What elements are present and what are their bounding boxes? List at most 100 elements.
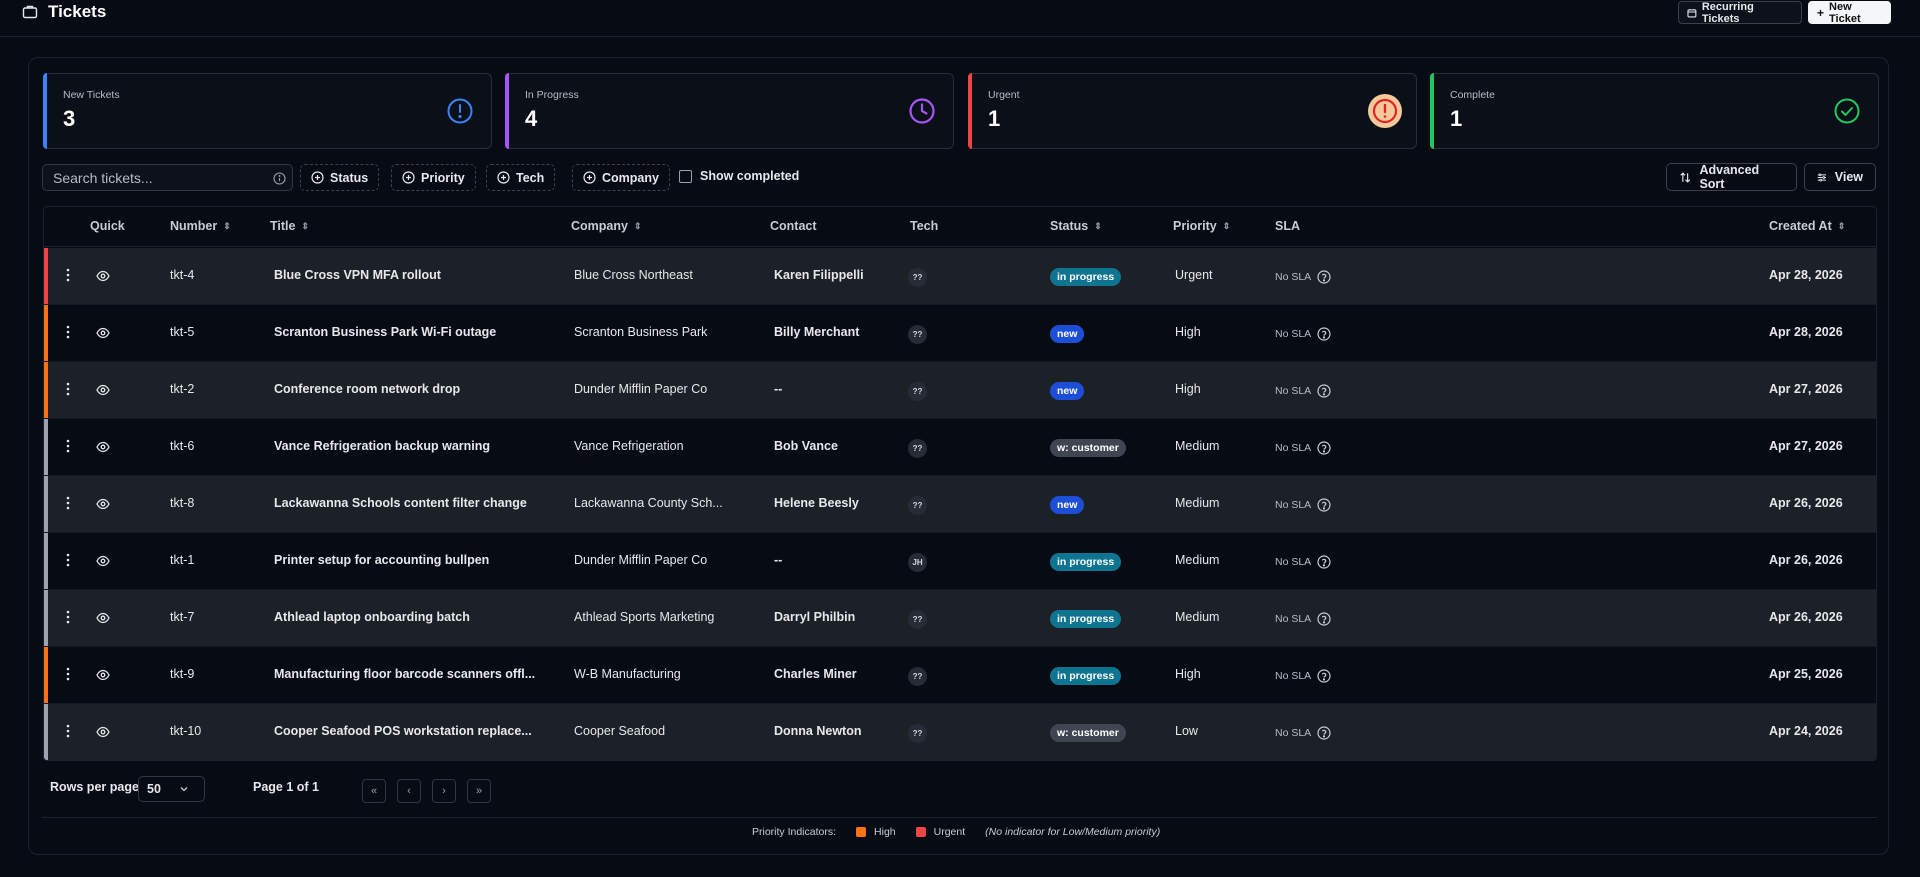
new-ticket-button[interactable]: + New Ticket	[1808, 1, 1891, 25]
ticket-title[interactable]: Blue Cross VPN MFA rollout	[274, 268, 441, 282]
help-circle-icon[interactable]	[1317, 384, 1331, 398]
help-circle-icon[interactable]	[1317, 669, 1331, 683]
more-vertical-icon[interactable]	[66, 439, 70, 453]
help-circle-icon[interactable]	[1317, 612, 1331, 626]
eye-icon[interactable]	[96, 726, 110, 738]
column-label: Status	[1050, 219, 1089, 233]
recurring-tickets-button[interactable]: Recurring Tickets	[1678, 1, 1802, 25]
ticket-company: Lackawanna County Sch...	[574, 496, 723, 510]
previous-page-button[interactable]: ‹	[397, 779, 421, 803]
ticket-title[interactable]: Athlead laptop onboarding batch	[274, 610, 470, 624]
more-vertical-icon[interactable]	[66, 325, 70, 339]
ticket-number[interactable]: tkt-9	[170, 667, 194, 681]
priority-filter-button[interactable]: Priority	[391, 164, 476, 191]
help-circle-icon[interactable]	[1317, 270, 1331, 284]
last-page-button[interactable]: »	[467, 779, 491, 803]
show-completed-checkbox[interactable]	[679, 169, 692, 183]
help-circle-icon[interactable]	[1317, 555, 1331, 569]
table-row[interactable]: tkt-2 Conference room network drop Dunder …	[44, 362, 1876, 419]
more-vertical-icon[interactable]	[66, 610, 70, 624]
briefcase-icon	[22, 5, 38, 19]
help-circle-icon[interactable]	[1317, 498, 1331, 512]
plus-icon: +	[1817, 5, 1825, 20]
advanced-sort-label: Advanced Sort	[1699, 163, 1760, 191]
plus-circle-icon	[583, 171, 596, 184]
ticket-title[interactable]: Vance Refrigeration backup warning	[274, 439, 490, 453]
ticket-number[interactable]: tkt-8	[170, 496, 194, 510]
ticket-priority: Medium	[1175, 496, 1220, 510]
eye-icon[interactable]	[96, 498, 110, 510]
ticket-number[interactable]: tkt-4	[170, 268, 194, 282]
search-input[interactable]	[53, 169, 253, 186]
help-circle-icon[interactable]	[1317, 327, 1331, 341]
more-vertical-icon[interactable]	[66, 268, 70, 282]
eye-icon[interactable]	[96, 441, 110, 453]
column-header-created[interactable]: Created At ⇕	[1769, 219, 1845, 233]
ticket-number[interactable]: tkt-7	[170, 610, 194, 624]
column-header-tech: Tech	[910, 219, 938, 233]
first-page-button[interactable]: «	[362, 779, 386, 803]
table-row[interactable]: tkt-8 Lackawanna Schools content filter c…	[44, 476, 1876, 533]
table-row[interactable]: tkt-5 Scranton Business Park Wi-Fi outage…	[44, 305, 1876, 362]
column-header-priority[interactable]: Priority ⇕	[1173, 219, 1230, 233]
status-filter-button[interactable]: Status	[300, 164, 380, 191]
sort-icon: ⇕	[1094, 220, 1102, 231]
sla-label: No SLA	[1275, 271, 1312, 283]
ticket-contact: Billy Merchant	[774, 325, 860, 339]
eye-icon[interactable]	[96, 612, 110, 624]
more-vertical-icon[interactable]	[66, 667, 70, 681]
ticket-title[interactable]: Printer setup for accounting bullpen	[274, 553, 489, 567]
help-circle-icon[interactable]	[1317, 441, 1331, 455]
eye-icon[interactable]	[96, 555, 110, 567]
tech-filter-button[interactable]: Tech	[486, 164, 556, 191]
info-icon[interactable]	[273, 172, 286, 185]
eye-icon[interactable]	[96, 270, 110, 282]
eye-icon[interactable]	[96, 384, 110, 396]
rows-per-page-select[interactable]: 50	[138, 776, 205, 802]
show-completed-toggle[interactable]: Show completed	[679, 169, 799, 183]
priority-indicator-bar	[44, 419, 48, 475]
company-filter-button[interactable]: Company	[572, 164, 670, 191]
more-vertical-icon[interactable]	[66, 382, 70, 396]
eye-icon[interactable]	[96, 669, 110, 681]
ticket-number[interactable]: tkt-2	[170, 382, 194, 396]
sla-label: No SLA	[1275, 613, 1312, 625]
eye-icon[interactable]	[96, 327, 110, 339]
more-vertical-icon[interactable]	[66, 496, 70, 510]
ticket-number[interactable]: tkt-5	[170, 325, 194, 339]
status-badge: w: customer	[1050, 439, 1126, 457]
table-row[interactable]: tkt-10 Cooper Seafood POS workstation rep…	[44, 704, 1876, 760]
ticket-number[interactable]: tkt-6	[170, 439, 194, 453]
table-row[interactable]: tkt-7 Athlead laptop onboarding batch Athl…	[44, 590, 1876, 647]
plus-circle-icon	[402, 171, 415, 184]
ticket-company: Dunder Mifflin Paper Co	[574, 553, 708, 567]
ticket-number[interactable]: tkt-10	[170, 724, 201, 738]
column-header-status[interactable]: Status ⇕	[1050, 219, 1102, 233]
table-row[interactable]: tkt-1 Printer setup for accounting bullpe…	[44, 533, 1876, 590]
view-button[interactable]: View	[1804, 163, 1876, 191]
ticket-number[interactable]: tkt-1	[170, 553, 194, 567]
advanced-sort-button[interactable]: Advanced Sort	[1666, 163, 1797, 191]
sort-icon: ⇕	[633, 220, 642, 231]
more-vertical-icon[interactable]	[66, 724, 70, 738]
ticket-title[interactable]: Scranton Business Park Wi-Fi outage	[274, 325, 496, 339]
ticket-title[interactable]: Manufacturing floor barcode scanners off…	[274, 667, 535, 681]
table-row[interactable]: tkt-9 Manufacturing floor barcode scanner…	[44, 647, 1876, 704]
next-page-button[interactable]: ›	[432, 779, 456, 803]
divider	[42, 817, 1877, 818]
ticket-priority: Medium	[1175, 439, 1220, 453]
table-row[interactable]: tkt-4 Blue Cross VPN MFA rollout Blue Cros…	[44, 248, 1876, 305]
ticket-title[interactable]: Cooper Seafood POS workstation replace..…	[274, 724, 532, 738]
table-row[interactable]: tkt-6 Vance Refrigeration backup warning V…	[44, 419, 1876, 476]
column-label: SLA	[1275, 219, 1300, 233]
column-header-company[interactable]: Company ⇕	[571, 219, 642, 233]
ticket-title[interactable]: Conference room network drop	[274, 382, 460, 396]
more-vertical-icon[interactable]	[66, 553, 70, 567]
help-circle-icon[interactable]	[1317, 726, 1331, 740]
ticket-title[interactable]: Lackawanna Schools content filter change	[274, 496, 527, 510]
sort-icon: ⇕	[223, 220, 231, 231]
column-header-title[interactable]: Title ⇕	[270, 219, 309, 233]
sla-cell: No SLA	[1275, 612, 1331, 626]
column-header-number[interactable]: Number ⇕	[170, 219, 231, 233]
card-value: 3	[63, 106, 76, 131]
